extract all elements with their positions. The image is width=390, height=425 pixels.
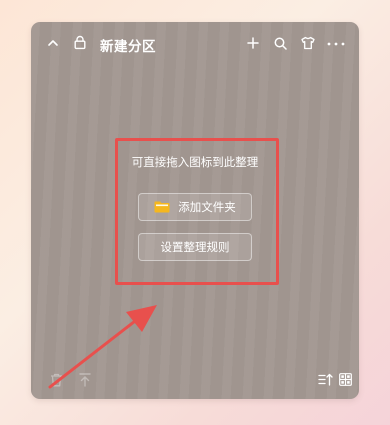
- lock-icon[interactable]: [74, 35, 86, 50]
- trash-icon[interactable]: [50, 373, 63, 387]
- panel-titlebar: 新建分区: [31, 22, 359, 66]
- shirt-icon[interactable]: [301, 36, 315, 50]
- folder-icon: [154, 201, 170, 213]
- set-rules-button[interactable]: 设置整理规则: [138, 233, 252, 261]
- grid-view-icon[interactable]: [339, 373, 352, 386]
- panel-title[interactable]: 新建分区: [100, 35, 156, 55]
- pin-top-icon[interactable]: [79, 373, 91, 387]
- more-icon[interactable]: [327, 42, 345, 46]
- add-folder-button[interactable]: 添加文件夹: [138, 193, 252, 221]
- drag-hint-text: 可直接拖入图标到此整理: [131, 155, 259, 169]
- chevron-up-icon[interactable]: [47, 38, 59, 48]
- set-rules-label: 设置整理规则: [160, 240, 230, 254]
- plus-icon[interactable]: [247, 37, 259, 49]
- search-icon[interactable]: [274, 37, 287, 50]
- add-folder-label: 添加文件夹: [178, 200, 236, 214]
- partition-panel: 新建分区 可直接拖入图标到此整理 添加文件夹 设置整理规则: [31, 22, 359, 399]
- sort-icon[interactable]: [318, 373, 333, 386]
